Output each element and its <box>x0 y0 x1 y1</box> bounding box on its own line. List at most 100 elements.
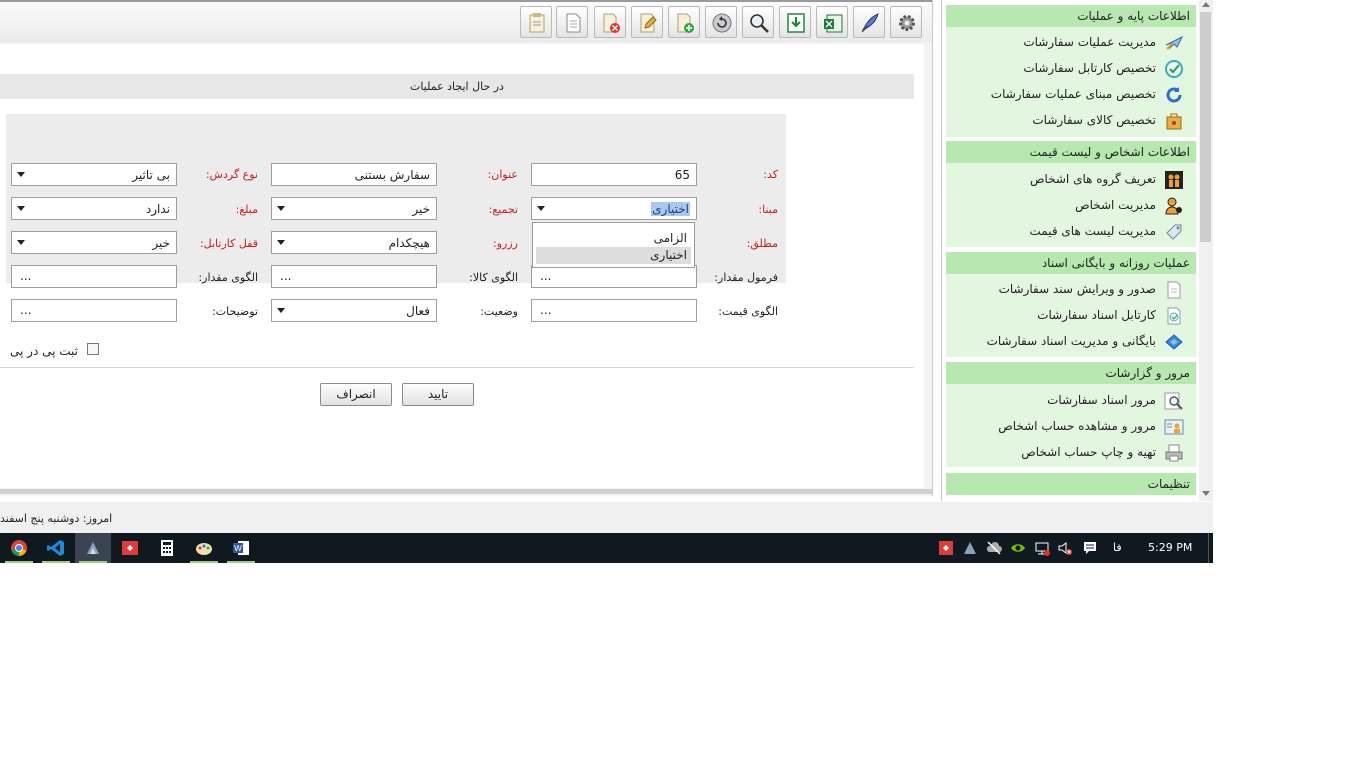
running-indicator <box>5 561 33 563</box>
confirm-button[interactable]: تایید <box>402 383 474 406</box>
quill-icon <box>861 13 879 33</box>
sidebar-section-body: صدور و ویرایش سند سفارشات کارتابل اسناد … <box>946 274 1196 357</box>
sidebar-item-goods-assignment[interactable]: تخصیص کالای سفارشات <box>946 108 1196 134</box>
notification-icon[interactable] <box>1082 540 1098 556</box>
sidebar-item-issue-documents[interactable]: صدور و ویرایش سند سفارشات <box>946 277 1196 303</box>
code-input[interactable]: 65 <box>531 163 697 186</box>
nvidia-icon[interactable] <box>1010 540 1026 556</box>
sidebar-section-daily-operations[interactable]: عملیات روزانه و بایگانی اسناد <box>946 252 1196 274</box>
refresh-icon <box>1166 87 1182 103</box>
chevron-down-icon <box>17 172 25 177</box>
edit-button[interactable] <box>631 6 663 38</box>
remote-tray-icon[interactable] <box>938 540 954 556</box>
aggregate-select[interactable]: خیر <box>271 197 437 220</box>
sequential-entry-label: ثبت پی در پی <box>10 344 79 358</box>
goods-pattern-input[interactable]: ... <box>271 265 437 288</box>
status-select[interactable]: فعال <box>271 299 437 322</box>
word-icon: W <box>233 541 249 555</box>
person-icon <box>1165 197 1182 215</box>
title-label: عنوان: <box>487 168 518 181</box>
chevron-down-icon <box>537 206 545 211</box>
add-button[interactable] <box>668 6 700 38</box>
taskbar-chrome[interactable] <box>1 533 37 563</box>
delete-icon <box>603 13 620 33</box>
scroll-thumb[interactable] <box>1200 12 1211 242</box>
app-tray-icon[interactable] <box>962 540 978 556</box>
sidebar-section-reports[interactable]: مرور و گزارشات <box>946 362 1196 384</box>
sequential-entry-checkbox[interactable] <box>87 343 99 355</box>
amount-select[interactable]: ندارد <box>11 197 177 220</box>
sidebar-section-basic-info[interactable]: اطلاعات پایه و عملیات <box>946 5 1196 27</box>
new-document-button[interactable] <box>556 6 588 38</box>
status-bar: امروز: دوشنبه پنج اسفند <box>0 502 1213 533</box>
scroll-up-arrow-icon[interactable] <box>1202 2 1210 7</box>
sidebar-item-basis-assignment[interactable]: تخصیص مبنای عملیات سفارشات <box>946 82 1196 108</box>
delete-button[interactable] <box>594 6 626 38</box>
main-window: در حال ایجاد عملیات کد: 65 عنوان: سفارش … <box>0 0 933 496</box>
app-logo-icon <box>87 542 99 554</box>
sidebar-item-price-lists[interactable]: مدیریت لیست های قیمت <box>946 219 1196 245</box>
network-icon[interactable] <box>1034 540 1050 556</box>
search-button[interactable] <box>742 6 774 38</box>
sidebar-section-body: مدیریت عملیات سفارشات تخصیص کارتابل سفار… <box>946 27 1196 137</box>
paste-icon <box>529 13 545 33</box>
show-desktop-button[interactable] <box>1208 533 1214 563</box>
paint-icon <box>196 543 212 555</box>
basis-select[interactable]: اختیاری <box>531 197 697 220</box>
refresh-button[interactable] <box>705 6 737 38</box>
settings-button[interactable] <box>890 6 922 38</box>
sidebar-item-archive[interactable]: بایگانی و مدیریت اسناد سفارشات <box>946 329 1196 355</box>
taskbar-word[interactable]: W <box>223 533 259 563</box>
archive-icon <box>1165 334 1183 350</box>
sidebar-item-documents-cardex[interactable]: کارتابل اسناد سفارشات <box>946 303 1196 329</box>
price-pattern-input[interactable]: ... <box>531 299 697 322</box>
goods-pattern-label: الگوی کالا: <box>469 271 518 284</box>
lock-cardex-select[interactable]: خیر <box>11 231 177 254</box>
sidebar-item-person-accounts[interactable]: مرور و مشاهده حساب اشخاص <box>946 414 1196 440</box>
paste-button[interactable] <box>520 6 552 38</box>
quantity-formula-input[interactable]: ... <box>531 265 697 288</box>
taskbar-vscode[interactable] <box>38 533 74 563</box>
cloud-off-icon[interactable] <box>986 540 1002 556</box>
chevron-down-icon <box>277 240 285 245</box>
chevron-down-icon <box>277 206 285 211</box>
taskbar-active-app[interactable] <box>75 533 111 563</box>
description-input[interactable]: ... <box>11 299 177 322</box>
running-indicator <box>79 561 107 563</box>
download-icon <box>787 13 805 33</box>
quantity-pattern-input[interactable]: ... <box>11 265 177 288</box>
taskbar-clock[interactable]: 5:29 PM <box>1148 541 1192 554</box>
scroll-down-arrow-icon[interactable] <box>1202 491 1210 496</box>
sidebar-item-cardex-assignment[interactable]: تخصیص کارتابل سفارشات <box>946 56 1196 82</box>
taskbar-remote-app[interactable] <box>112 533 148 563</box>
taskbar-calculator[interactable] <box>149 533 185 563</box>
import-button[interactable] <box>779 6 811 38</box>
form-title: در حال ایجاد عملیات <box>410 80 504 93</box>
taskbar-paint[interactable] <box>186 533 222 563</box>
sidebar-section-persons[interactable]: اطلاعات اشخاص و لیست قیمت <box>946 141 1196 163</box>
title-input[interactable]: سفارش بستنی <box>271 163 437 186</box>
description-label: توضیحات: <box>212 305 258 318</box>
toolbar <box>0 2 932 42</box>
panel-bottom-border <box>0 489 932 494</box>
sidebar-item-person-groups[interactable]: تعریف گروه های اشخاص <box>946 167 1196 193</box>
plane-icon <box>1165 35 1184 50</box>
code-label: کد: <box>763 168 778 181</box>
sidebar-item-review-documents[interactable]: مرور اسناد سفارشات <box>946 388 1196 414</box>
sidebar-section-settings[interactable]: تنظیمات <box>946 473 1196 495</box>
sign-button[interactable] <box>853 6 885 38</box>
dropdown-option-optional[interactable]: اختیاری <box>536 247 691 264</box>
cycle-type-select[interactable]: بی تاثیر <box>11 163 177 186</box>
sidebar-item-print-accounts[interactable]: تهیه و چاپ حساب اشخاص <box>946 440 1196 466</box>
excel-icon <box>824 14 843 33</box>
reserve-select[interactable]: هیچکدام <box>271 231 437 254</box>
vscode-icon <box>47 540 64 556</box>
sidebar-item-persons-management[interactable]: مدیریت اشخاص <box>946 193 1196 219</box>
volume-muted-icon[interactable] <box>1057 540 1073 556</box>
export-excel-button[interactable] <box>816 6 848 38</box>
cancel-button[interactable]: انصراف <box>320 383 392 406</box>
sidebar-item-operations-management[interactable]: مدیریت عملیات سفارشات <box>946 30 1196 56</box>
sidebar-scrollbar[interactable] <box>1199 0 1213 501</box>
language-indicator[interactable]: فا <box>1113 541 1122 554</box>
dropdown-option-required[interactable]: الزامی <box>536 230 691 247</box>
